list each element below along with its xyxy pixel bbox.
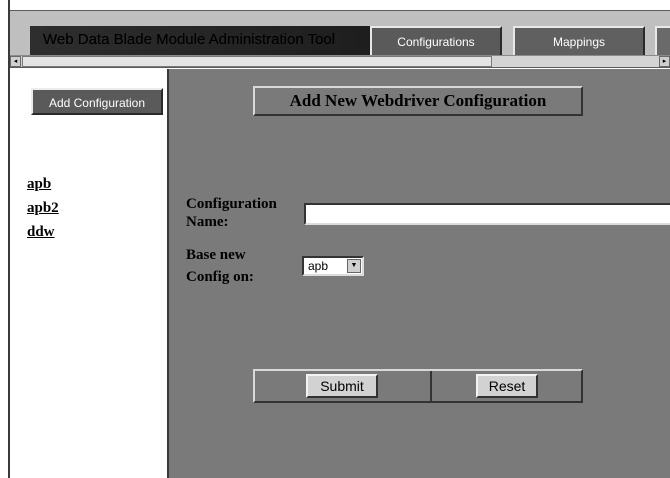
scroll-left-arrow-icon[interactable]: ◂ (10, 56, 21, 67)
submit-button[interactable]: Submit (306, 374, 378, 398)
base-config-label-line2: Config on: (186, 269, 254, 285)
add-configuration-button[interactable]: Add Configuration (31, 88, 163, 115)
main-content: Add New Webdriver Configuration Configur… (169, 69, 670, 478)
tab-mappings[interactable]: Mappings (513, 26, 645, 55)
config-link-apb2[interactable]: apb2 (27, 200, 59, 217)
app-title: Web Data Blade Module Administration Too… (43, 31, 336, 48)
tab-configurations[interactable]: Configurations (370, 26, 502, 55)
configuration-name-input[interactable] (304, 203, 670, 225)
sidebar: Add Configuration apb apb2 ddw (10, 69, 167, 478)
base-config-select[interactable]: apb ▼ (302, 256, 364, 276)
base-config-selected-value: apb (308, 259, 329, 273)
title-banner: Web Data Blade Module Administration Too… (30, 26, 370, 55)
config-name-label-line2: Name: (186, 214, 229, 230)
page-title: Add New Webdriver Configuration (253, 86, 583, 116)
base-config-label-line1: Base new (186, 247, 246, 263)
button-cell-divider (430, 371, 432, 401)
config-link-apb[interactable]: apb (27, 176, 51, 193)
scroll-right-arrow-icon[interactable]: ▸ (659, 56, 670, 67)
header-frame: Web Data Blade Module Administration Too… (10, 11, 670, 55)
form-button-row: Submit Reset (253, 369, 583, 403)
tab-overflow[interactable] (655, 26, 670, 55)
scroll-thumb[interactable] (22, 56, 492, 67)
window-top-frame (9, 0, 670, 11)
config-link-ddw[interactable]: ddw (27, 224, 55, 241)
chevron-down-icon[interactable]: ▼ (347, 259, 361, 273)
horizontal-scrollbar[interactable]: ◂ ▸ (10, 55, 670, 68)
config-name-label-line1: Configuration (186, 196, 277, 212)
reset-button[interactable]: Reset (476, 374, 538, 398)
